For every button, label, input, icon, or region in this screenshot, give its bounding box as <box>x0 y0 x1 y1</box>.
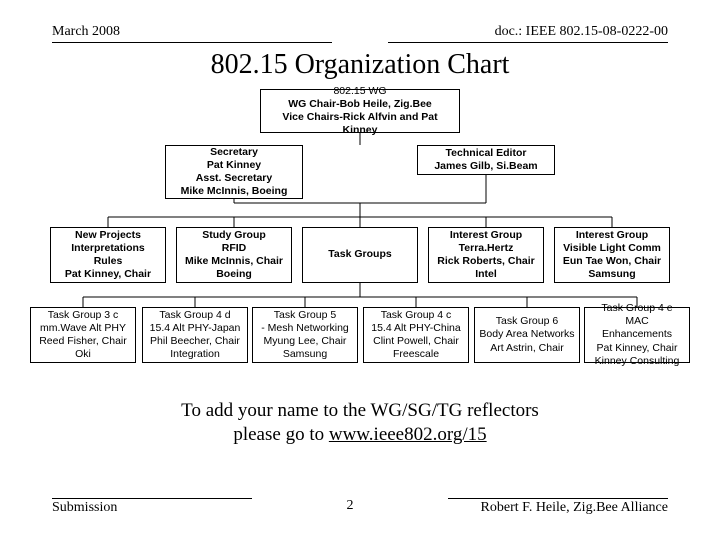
r3-5-l4: Kinney Consulting <box>589 355 685 368</box>
r2-1-l3: Mike McInnis, Chair <box>181 255 287 268</box>
footer: Submission 2 Robert F. Heile, Zig.Bee Al… <box>0 498 720 516</box>
r2-1-l1: Study Group <box>181 229 287 242</box>
r3-1-l2: 15.4 Alt PHY-Japan <box>147 322 243 335</box>
footer-page: 2 <box>252 498 448 516</box>
r3-2-l2: - Mesh Networking <box>257 322 353 335</box>
r3-2-l3: Myung Lee, Chair <box>257 335 353 348</box>
box-row2-4: Interest Group Visible Light Comm Eun Ta… <box>554 227 670 283</box>
r2-3-l2: Terra.Hertz <box>433 242 539 255</box>
r2-4-l4: Samsung <box>559 268 665 281</box>
box-wg: 802.15 WG WG Chair-Bob Heile, Zig.Bee Vi… <box>260 89 460 133</box>
r2-0-l4: Pat Kinney, Chair <box>55 268 161 281</box>
r3-0-l3: Reed Fisher, Chair <box>35 335 131 348</box>
r3-1-l4: Integration <box>147 348 243 361</box>
note-line1: To add your name to the WG/SG/TG reflect… <box>0 399 720 423</box>
r2-0-l1: New Projects <box>55 229 161 242</box>
box-row3-4: Task Group 6 Body Area Networks Art Astr… <box>474 307 580 363</box>
r3-4-l2: Body Area Networks <box>479 328 575 341</box>
r3-4-l3: Art Astrin, Chair <box>479 342 575 355</box>
r2-1-l4: Boeing <box>181 268 287 281</box>
org-chart: 802.15 WG WG Chair-Bob Heile, Zig.Bee Vi… <box>0 87 720 397</box>
box-row3-5: Task Group 4 e MAC Enhancements Pat Kinn… <box>584 307 690 363</box>
sec-l3: Asst. Secretary <box>170 172 298 185</box>
r3-0-l1: Task Group 3 c <box>35 309 131 322</box>
wg-vicechairs: Vice Chairs-Rick Alfvin and Pat Kinney <box>265 111 455 137</box>
page-title: 802.15 Organization Chart <box>0 49 720 81</box>
box-secretary: Secretary Pat Kinney Asst. Secretary Mik… <box>165 145 303 199</box>
footer-left: Submission <box>52 498 252 516</box>
r2-0-l3: Rules <box>55 255 161 268</box>
r2-0-l2: Interpretations <box>55 242 161 255</box>
ted-l1: Technical Editor <box>422 147 550 160</box>
r2-3-l4: Intel <box>433 268 539 281</box>
header: March 2008 doc.: IEEE 802.15-08-0222-00 <box>0 0 720 43</box>
r3-5-l2: MAC Enhancements <box>589 315 685 341</box>
r3-1-l3: Phil Beecher, Chair <box>147 335 243 348</box>
r2-4-l3: Eun Tae Won, Chair <box>559 255 665 268</box>
r2-3-l3: Rick Roberts, Chair <box>433 255 539 268</box>
box-row3-1: Task Group 4 d 15.4 Alt PHY-Japan Phil B… <box>142 307 248 363</box>
box-row2-0: New Projects Interpretations Rules Pat K… <box>50 227 166 283</box>
r3-3-l2: 15.4 Alt PHY-China <box>368 322 464 335</box>
box-row2-1: Study Group RFID Mike McInnis, Chair Boe… <box>176 227 292 283</box>
r3-5-l3: Pat Kinney, Chair <box>589 342 685 355</box>
wg-chair: WG Chair-Bob Heile, Zig.Bee <box>265 98 455 111</box>
r2-2-l1: Task Groups <box>307 248 413 261</box>
r3-4-l1: Task Group 6 <box>479 315 575 328</box>
r3-3-l4: Freescale <box>368 348 464 361</box>
footer-right: Robert F. Heile, Zig.Bee Alliance <box>448 498 668 516</box>
header-date: March 2008 <box>52 24 332 43</box>
r3-3-l3: Clint Powell, Chair <box>368 335 464 348</box>
box-row2-2: Task Groups <box>302 227 418 283</box>
header-docnum: doc.: IEEE 802.15-08-0222-00 <box>388 24 668 43</box>
ted-l2: James Gilb, Si.Beam <box>422 160 550 173</box>
box-row3-0: Task Group 3 c mm.Wave Alt PHY Reed Fish… <box>30 307 136 363</box>
reflector-note: To add your name to the WG/SG/TG reflect… <box>0 399 720 447</box>
r2-4-l2: Visible Light Comm <box>559 242 665 255</box>
r2-3-l1: Interest Group <box>433 229 539 242</box>
r3-0-l4: Oki <box>35 348 131 361</box>
box-row3-3: Task Group 4 c 15.4 Alt PHY-China Clint … <box>363 307 469 363</box>
wg-title: 802.15 WG <box>265 85 455 98</box>
sec-l2: Pat Kinney <box>170 159 298 172</box>
sec-l1: Secretary <box>170 146 298 159</box>
r3-0-l2: mm.Wave Alt PHY <box>35 322 131 335</box>
box-row2-3: Interest Group Terra.Hertz Rick Roberts,… <box>428 227 544 283</box>
note-l2a: please go to <box>233 424 329 445</box>
r3-2-l1: Task Group 5 <box>257 309 353 322</box>
note-line2: please go to www.ieee802.org/15 <box>0 423 720 447</box>
r2-1-l2: RFID <box>181 242 287 255</box>
r3-1-l1: Task Group 4 d <box>147 309 243 322</box>
r3-3-l1: Task Group 4 c <box>368 309 464 322</box>
r3-2-l4: Samsung <box>257 348 353 361</box>
box-techeditor: Technical Editor James Gilb, Si.Beam <box>417 145 555 175</box>
reflector-link[interactable]: www.ieee802.org/15 <box>329 424 487 445</box>
box-row3-2: Task Group 5 - Mesh Networking Myung Lee… <box>252 307 358 363</box>
sec-l4: Mike McInnis, Boeing <box>170 185 298 198</box>
r2-4-l1: Interest Group <box>559 229 665 242</box>
r3-5-l1: Task Group 4 e <box>589 302 685 315</box>
